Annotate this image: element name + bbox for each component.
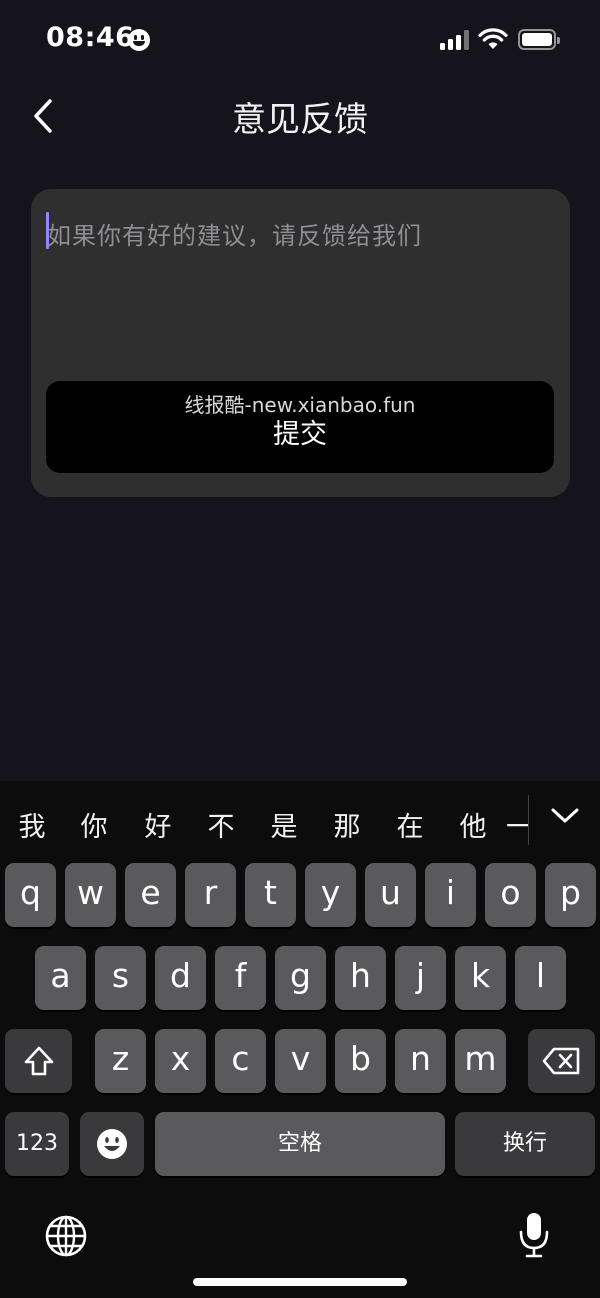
candidate-bar: 我 你 好 不 是 那 在 他 一 — [0, 781, 600, 861]
key-e[interactable]: e — [125, 863, 176, 927]
cellular-signal-icon — [440, 30, 470, 50]
emoji-icon — [97, 1129, 127, 1159]
key-r[interactable]: r — [185, 863, 236, 927]
candidate-word[interactable]: 你 — [74, 805, 114, 844]
candidate-word[interactable]: 在 — [390, 805, 430, 844]
key-o[interactable]: o — [485, 863, 536, 927]
emoji-status-icon — [128, 29, 150, 51]
key-i[interactable]: i — [425, 863, 476, 927]
key-v[interactable]: v — [275, 1029, 326, 1093]
key-c[interactable]: c — [215, 1029, 266, 1093]
candidate-word[interactable]: 一 — [506, 805, 528, 844]
key-t[interactable]: t — [245, 863, 296, 927]
page-title: 意见反馈 — [232, 100, 368, 140]
submit-button-label: 提交 — [273, 419, 327, 450]
key-z[interactable]: z — [95, 1029, 146, 1093]
candidate-divider — [528, 795, 529, 845]
key-g[interactable]: g — [275, 946, 326, 1010]
key-s[interactable]: s — [95, 946, 146, 1010]
key-m[interactable]: m — [455, 1029, 506, 1093]
submit-button[interactable]: 线报酷-new.xianbao.fun 提交 — [46, 381, 554, 473]
candidate-word[interactable]: 我 — [12, 805, 52, 844]
candidate-word[interactable]: 是 — [264, 805, 304, 844]
key-q[interactable]: q — [5, 863, 56, 927]
key-j[interactable]: j — [395, 946, 446, 1010]
feedback-screen: 08:46 意见反馈 如果你有好的建议，请反馈给我们 线报酷-new.xianb… — [0, 0, 600, 1298]
key-l[interactable]: l — [515, 946, 566, 1010]
key-u[interactable]: u — [365, 863, 416, 927]
key-x[interactable]: x — [155, 1029, 206, 1093]
key-n[interactable]: n — [395, 1029, 446, 1093]
return-key[interactable]: 换行 — [455, 1112, 595, 1176]
candidate-word[interactable]: 不 — [201, 805, 241, 844]
microphone-icon[interactable] — [516, 1210, 552, 1260]
key-a[interactable]: a — [35, 946, 86, 1010]
shift-icon — [24, 1046, 53, 1076]
feedback-placeholder: 如果你有好的建议，请反馈给我们 — [47, 222, 422, 250]
battery-icon — [518, 29, 560, 50]
shift-key[interactable] — [5, 1029, 72, 1093]
home-indicator[interactable] — [193, 1278, 407, 1286]
delete-icon — [542, 1047, 579, 1075]
key-k[interactable]: k — [455, 946, 506, 1010]
delete-key[interactable] — [528, 1029, 595, 1093]
key-f[interactable]: f — [215, 946, 266, 1010]
candidate-word[interactable]: 那 — [327, 805, 367, 844]
emoji-key[interactable] — [80, 1112, 144, 1176]
globe-icon[interactable] — [44, 1214, 88, 1258]
key-b[interactable]: b — [335, 1029, 386, 1093]
key-d[interactable]: d — [155, 946, 206, 1010]
status-bar: 08:46 — [0, 0, 600, 80]
wifi-icon — [478, 28, 508, 49]
key-w[interactable]: w — [65, 863, 116, 927]
status-time: 08:46 — [46, 22, 135, 53]
key-h[interactable]: h — [335, 946, 386, 1010]
key-y[interactable]: y — [305, 863, 356, 927]
numbers-key[interactable]: 123 — [5, 1112, 69, 1176]
feedback-textarea[interactable]: 如果你有好的建议，请反馈给我们 — [45, 207, 553, 367]
key-p[interactable]: p — [545, 863, 596, 927]
candidate-word[interactable]: 他 — [453, 805, 493, 844]
collapse-chevron-down-icon[interactable] — [548, 803, 582, 831]
feedback-card: 如果你有好的建议，请反馈给我们 线报酷-new.xianbao.fun 提交 — [31, 189, 570, 497]
candidate-word[interactable]: 好 — [138, 805, 178, 844]
space-key[interactable]: 空格 — [155, 1112, 445, 1176]
